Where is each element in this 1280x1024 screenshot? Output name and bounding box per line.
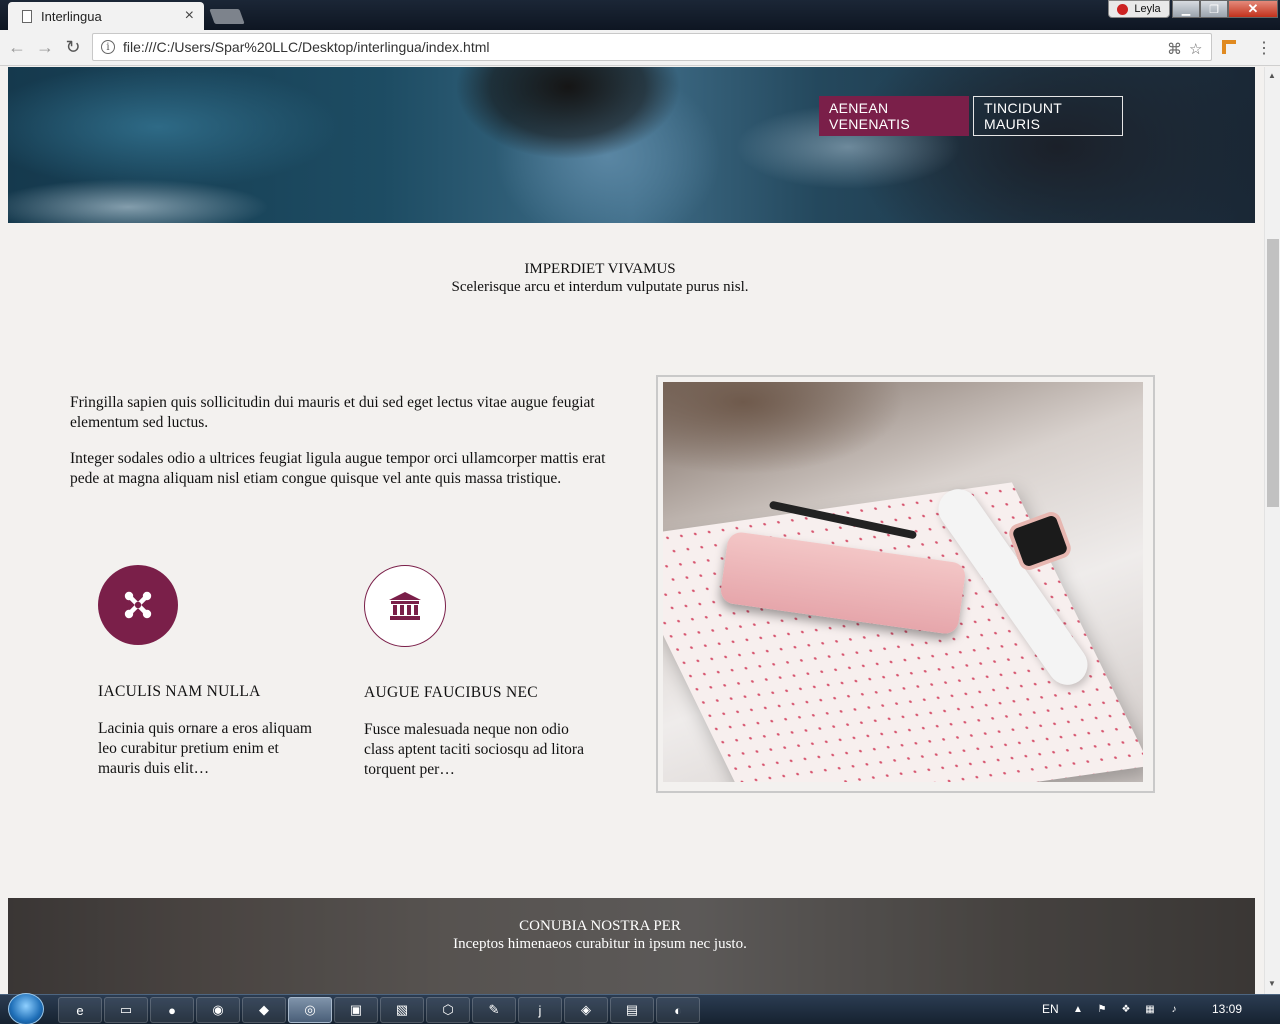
- browser-titlebar: Interlingua × Leyla ▁ ❐ ✕: [0, 0, 1280, 30]
- pinned-app-icon[interactable]: ✎: [472, 997, 516, 1023]
- profile-name: Leyla: [1134, 3, 1161, 15]
- scrollbar-thumb[interactable]: [1267, 239, 1279, 507]
- hero-photo-detail: [428, 67, 708, 223]
- pinned-app-icon[interactable]: ⬡: [426, 997, 470, 1023]
- bank-icon: [364, 565, 446, 647]
- joomla-icon: [98, 565, 178, 645]
- minimize-button[interactable]: ▁: [1172, 0, 1200, 18]
- tab-close-icon[interactable]: ×: [185, 7, 194, 25]
- windows-taskbar: e ▭ ● ◉ ◆ ◎ ▣ ▧ ⬡ ✎ j ◈ ▤ ◐ EN ▲ ⚑ ❖ ▦ ♪…: [0, 993, 1280, 1024]
- photo-notebook: [663, 482, 1143, 782]
- section-subheading: Scelerisque arcu et interdum vulputate p…: [451, 279, 749, 295]
- section-heading: IMPERDIET VIVAMUS: [524, 261, 676, 277]
- feature-title: AUGUE FAUCIBUS NEC: [364, 684, 538, 701]
- window-controls: ▁ ❐ ✕: [1172, 0, 1278, 18]
- chrome-taskbar-icon[interactable]: ◎: [288, 997, 332, 1023]
- profile-badge[interactable]: Leyla: [1108, 0, 1170, 18]
- pinned-app-icon[interactable]: ▣: [334, 997, 378, 1023]
- feature-description: Fusce malesuada neque non odio class apt…: [364, 721, 584, 778]
- clock[interactable]: 13:09: [1212, 1002, 1242, 1016]
- page-scrollbar[interactable]: ▲ ▼: [1264, 67, 1280, 994]
- document-icon: [22, 9, 32, 23]
- internet-explorer-icon[interactable]: e: [58, 997, 102, 1023]
- info-icon[interactable]: i: [101, 40, 115, 54]
- content-paragraph: Integer sodales odio a ultrices feugiat …: [70, 450, 606, 487]
- scroll-down-arrow-icon[interactable]: ▼: [1268, 979, 1276, 988]
- tincidunt-mauris-button[interactable]: TINCIDUNT MAURIS: [973, 96, 1123, 136]
- bookmark-star-icon[interactable]: ☆: [1189, 40, 1202, 58]
- network-icon[interactable]: ▦: [1144, 1004, 1156, 1016]
- browser-menu-icon[interactable]: ⋮: [1256, 38, 1272, 58]
- pinned-app-icon[interactable]: ▤: [610, 997, 654, 1023]
- browser-tab[interactable]: Interlingua ×: [8, 2, 204, 30]
- content-paragraph: Fringilla sapien quis sollicitudin dui m…: [70, 394, 595, 431]
- show-hidden-icons-icon[interactable]: ▲: [1072, 1004, 1084, 1016]
- hero-banner: AENEAN VENENATIS TINCIDUNT MAURIS: [8, 67, 1255, 223]
- pinned-app-icon[interactable]: ◐: [656, 997, 700, 1023]
- footer-subheading: Inceptos himenaeos curabitur in ipsum ne…: [453, 936, 747, 952]
- pinned-app-icon[interactable]: ◈: [564, 997, 608, 1023]
- address-text[interactable]: file:///C:/Users/Spar%20LLC/Desktop/inte…: [123, 39, 490, 55]
- photo-frame: [656, 375, 1155, 793]
- footer-heading: CONUBIA NOSTRA PER: [519, 918, 681, 934]
- extension-icon[interactable]: [1222, 40, 1236, 54]
- pinned-app-icon[interactable]: ◉: [196, 997, 240, 1023]
- feature-title: IACULIS NAM NULLA: [98, 683, 261, 700]
- aenean-venenatis-button[interactable]: AENEAN VENENATIS: [819, 96, 969, 136]
- language-indicator[interactable]: EN: [1042, 1002, 1059, 1016]
- pinned-app-icon[interactable]: ◆: [242, 997, 286, 1023]
- desk-photo: [663, 382, 1143, 782]
- start-button[interactable]: [8, 993, 44, 1024]
- scroll-up-arrow-icon[interactable]: ▲: [1268, 71, 1276, 80]
- feature-description: Lacinia quis ornare a eros aliquam leo c…: [98, 720, 312, 777]
- profile-icon: [1117, 3, 1129, 15]
- new-tab-button[interactable]: [209, 9, 245, 24]
- file-explorer-icon[interactable]: ▭: [104, 997, 148, 1023]
- back-arrow-icon[interactable]: ←: [6, 36, 28, 58]
- forward-arrow-icon[interactable]: →: [34, 36, 56, 58]
- tab-title: Interlingua: [41, 8, 102, 24]
- restore-button[interactable]: ❐: [1200, 0, 1228, 18]
- pinned-app-icon[interactable]: ▧: [380, 997, 424, 1023]
- action-center-flag-icon[interactable]: ⚑: [1096, 1004, 1108, 1016]
- page-viewport: AENEAN VENENATIS TINCIDUNT MAURIS IMPERD…: [0, 67, 1264, 994]
- reload-icon[interactable]: ↻: [62, 36, 84, 58]
- translate-icon[interactable]: ⌘: [1167, 40, 1182, 58]
- pinned-app-icon[interactable]: ●: [150, 997, 194, 1023]
- close-window-button[interactable]: ✕: [1228, 0, 1278, 18]
- address-bar[interactable]: i file:///C:/Users/Spar%20LLC/Desktop/in…: [92, 33, 1212, 61]
- browser-toolbar: ← → ↻ i file:///C:/Users/Spar%20LLC/Desk…: [0, 30, 1280, 66]
- volume-icon[interactable]: ♪: [1168, 1004, 1180, 1016]
- pinned-app-icon[interactable]: j: [518, 997, 562, 1023]
- dropbox-icon[interactable]: ❖: [1120, 1004, 1132, 1016]
